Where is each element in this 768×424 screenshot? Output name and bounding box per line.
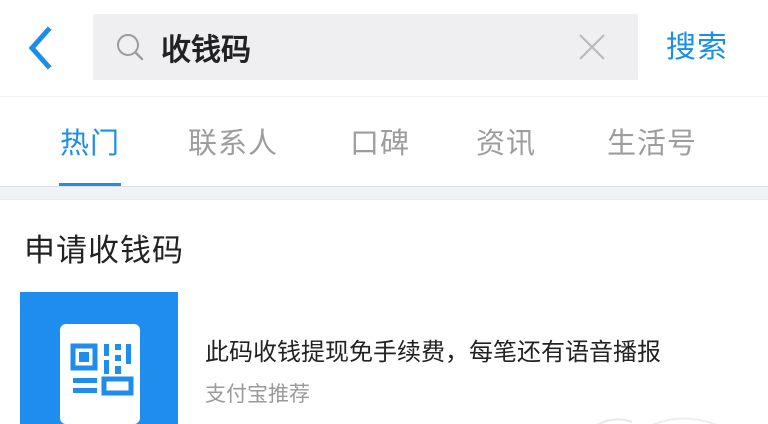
section-title: 申请收钱码 — [24, 233, 184, 269]
tab-news[interactable]: 资讯 — [476, 123, 536, 163]
result-description: 此码收钱提现免手续费，每笔还有语音播报 — [205, 338, 661, 366]
search-button[interactable]: 搜索 — [666, 26, 728, 70]
result-source: 支付宝推荐 — [205, 382, 310, 406]
partial-badge-icon — [597, 417, 718, 424]
section-divider — [0, 186, 768, 200]
tab-contacts[interactable]: 联系人 — [188, 123, 278, 163]
close-icon[interactable] — [577, 32, 607, 62]
search-input[interactable] — [161, 14, 541, 80]
qr-card — [60, 324, 140, 424]
search-box[interactable] — [93, 14, 638, 80]
tab-koubei[interactable]: 口碑 — [350, 123, 410, 163]
tab-bar: 热门 联系人 口碑 资讯 生活号 — [0, 96, 768, 189]
tab-hot[interactable]: 热门 — [60, 123, 120, 163]
qr-code-icon — [70, 343, 134, 396]
back-button[interactable] — [18, 22, 66, 74]
search-icon — [117, 34, 144, 61]
tab-life-accounts[interactable]: 生活号 — [607, 123, 697, 163]
chevron-left-icon — [28, 26, 52, 70]
search-results-page: 搜索 热门 联系人 口碑 资讯 生活号 申请收钱码 — [0, 0, 768, 424]
result-thumbnail — [20, 292, 178, 424]
search-header: 搜索 — [0, 0, 768, 96]
